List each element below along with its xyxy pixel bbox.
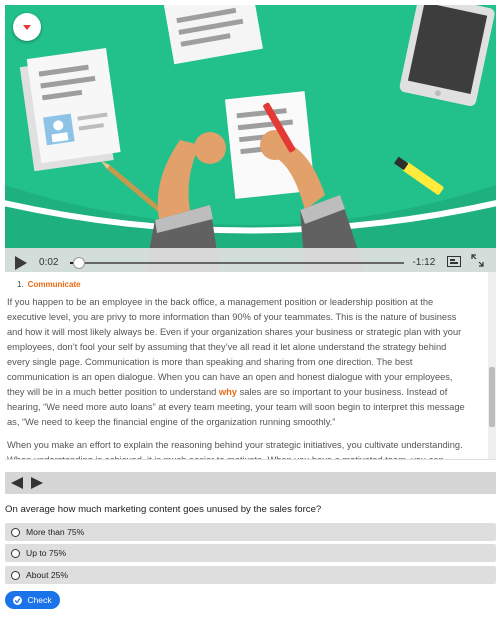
lesson-page: 0:02 -1:12 1. Communicate If you happen t…: [0, 0, 501, 620]
article-scrollbar[interactable]: [488, 272, 496, 459]
menu-toggle-button[interactable]: [13, 13, 41, 41]
option-label: More than 75%: [26, 527, 85, 537]
section-number: 1.: [17, 280, 24, 289]
quiz-option-3[interactable]: About 25%: [5, 566, 496, 584]
paragraph-1: If you happen to be an employee in the b…: [7, 295, 469, 430]
article-scrollbar-thumb[interactable]: [489, 367, 495, 427]
quiz-option-2[interactable]: Up to 75%: [5, 544, 496, 562]
radio-button[interactable]: [11, 570, 20, 580]
paragraph-1-text: If you happen to be an employee in the b…: [7, 297, 462, 397]
video-controls: 0:02 -1:12: [5, 248, 496, 272]
radio-button[interactable]: [11, 548, 20, 558]
check-button[interactable]: Check: [5, 591, 60, 609]
remaining-time: -1:12: [412, 257, 436, 268]
section-heading: 1. Communicate: [17, 280, 469, 289]
quiz-question: On average how much marketing content go…: [5, 504, 322, 515]
section-title: Communicate: [27, 280, 81, 289]
highlighted-word: why: [218, 387, 237, 397]
checkmark-icon: [13, 595, 23, 605]
video-illustration: [5, 5, 496, 272]
chevron-down-icon: [23, 24, 31, 30]
article-panel: 1. Communicate If you happen to be an emp…: [5, 272, 496, 460]
quiz-option-1[interactable]: More than 75%: [5, 523, 496, 541]
check-button-label: Check: [27, 595, 52, 605]
navigation-bar: [5, 472, 496, 494]
fullscreen-icon[interactable]: [471, 253, 484, 272]
video-player[interactable]: 0:02 -1:12: [5, 5, 496, 272]
captions-icon[interactable]: [447, 254, 462, 272]
current-time: 0:02: [39, 257, 59, 268]
play-icon[interactable]: [15, 255, 27, 270]
seek-bar[interactable]: [70, 256, 405, 269]
previous-arrow-icon[interactable]: [11, 477, 23, 489]
next-arrow-icon[interactable]: [31, 477, 43, 489]
radio-button[interactable]: [11, 527, 20, 537]
seek-handle[interactable]: [72, 256, 85, 269]
option-label: About 25%: [26, 570, 69, 580]
option-label: Up to 75%: [26, 548, 67, 558]
paragraph-2: When you make an effort to explain the r…: [7, 440, 463, 460]
